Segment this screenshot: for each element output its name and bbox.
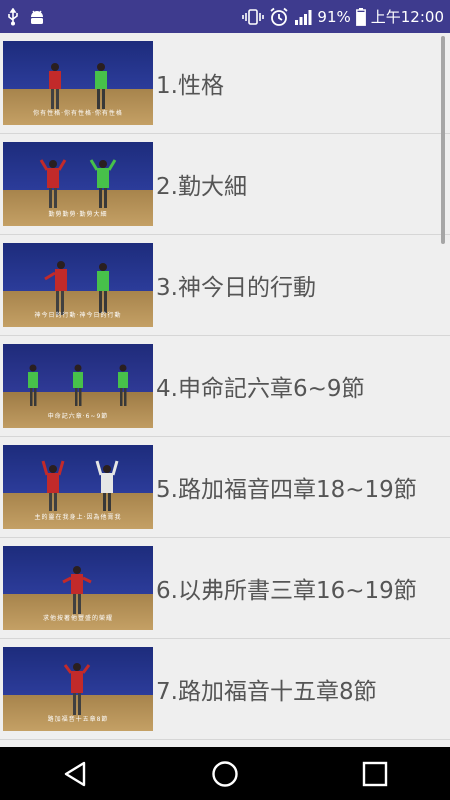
video-thumbnail: 路加福音十五章8節 — [3, 647, 153, 731]
back-icon — [64, 761, 86, 786]
list-item-title: 6.以弗所書三章16~19節 — [156, 578, 417, 604]
home-button[interactable] — [195, 747, 255, 800]
video-thumbnail: 你有性格·你有性格·你有性格 — [3, 41, 153, 125]
vibrate-icon — [242, 8, 265, 26]
recents-button[interactable] — [345, 747, 405, 800]
thumbnail-caption: 求他按著他豐盛的榮耀 — [42, 615, 113, 622]
list-item-title: 2.勤大細 — [156, 174, 247, 200]
thumbnail-caption: 你有性格·你有性格·你有性格 — [33, 110, 123, 117]
back-button[interactable] — [45, 747, 105, 800]
thumbnail-caption: 路加福音十五章8節 — [47, 716, 109, 723]
status-left — [6, 7, 46, 26]
signal-icon — [294, 8, 312, 26]
list-item[interactable]: 申命記六章·6~9節 4.申命記六章6~9節 — [0, 336, 450, 437]
status-right: 91% 上午12:00 — [242, 6, 444, 27]
video-thumbnail: 主的靈在我身上·因為他膏我 — [3, 445, 153, 529]
status-bar: 91% 上午12:00 — [0, 0, 450, 33]
thumbnail-caption: 神今日的行動·神今日的行動 — [34, 312, 122, 319]
video-thumbnail: 勤勞勤勞·勤勞大細 — [3, 142, 153, 226]
thumbnail-caption: 勤勞勤勞·勤勞大細 — [48, 211, 108, 218]
thumbnail-caption: 申命記六章·6~9節 — [47, 413, 109, 420]
list-item[interactable]: 神今日的行動·神今日的行動 3.神今日的行動 — [0, 235, 450, 336]
thumbnail-caption: 主的靈在我身上·因為他膏我 — [34, 514, 122, 521]
list-item-title: 5.路加福音四章18~19節 — [156, 477, 417, 503]
usb-icon — [6, 7, 20, 26]
list-item-title: 7.路加福音十五章8節 — [156, 679, 377, 705]
list-item[interactable]: 你有性格·你有性格·你有性格 1.性格 — [0, 33, 450, 134]
list-item-title: 3.神今日的行動 — [156, 275, 316, 301]
battery-icon — [355, 7, 366, 26]
alarm-icon — [269, 7, 289, 27]
home-icon — [212, 760, 238, 787]
recents-icon — [362, 761, 388, 786]
battery-percent: 91% — [317, 7, 351, 26]
video-thumbnail: 申命記六章·6~9節 — [3, 344, 153, 428]
clock-time: 上午12:00 — [370, 8, 444, 26]
video-thumbnail: 神今日的行動·神今日的行動 — [3, 243, 153, 327]
video-list[interactable]: 你有性格·你有性格·你有性格 1.性格 勤勞勤勞·勤勞大細 2.勤大細 神今日的… — [0, 33, 450, 747]
list-item-title: 1.性格 — [156, 73, 224, 99]
list-item[interactable]: 勤勞勤勞·勤勞大細 2.勤大細 — [0, 134, 450, 235]
scrollbar[interactable] — [441, 36, 445, 244]
navigation-bar — [0, 747, 450, 800]
list-item[interactable]: 求他按著他豐盛的榮耀 6.以弗所書三章16~19節 — [0, 538, 450, 639]
video-thumbnail: 求他按著他豐盛的榮耀 — [3, 546, 153, 630]
list-item[interactable]: 主的靈在我身上·因為他膏我 5.路加福音四章18~19節 — [0, 437, 450, 538]
list-item[interactable]: 路加福音十五章8節 7.路加福音十五章8節 — [0, 639, 450, 740]
android-debug-icon — [28, 8, 46, 26]
list-item-title: 4.申命記六章6~9節 — [156, 376, 365, 402]
